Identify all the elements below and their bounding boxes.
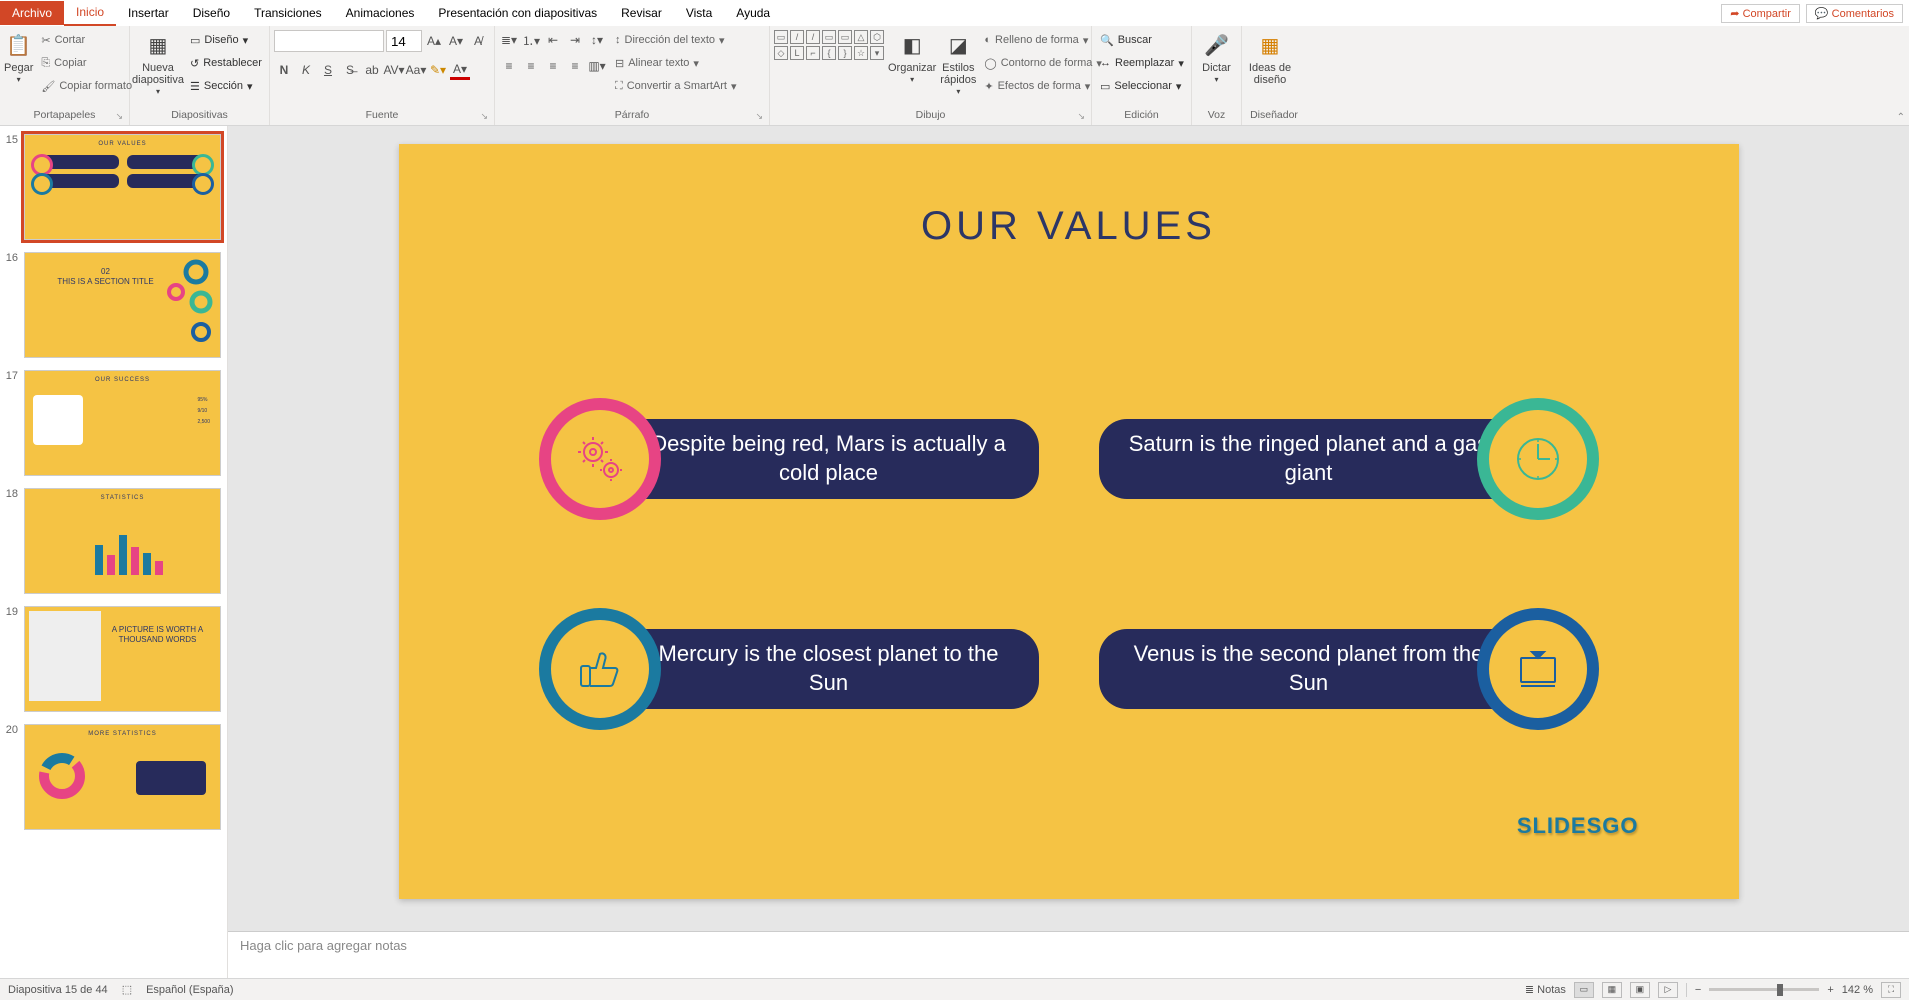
- clock-icon: [1513, 434, 1563, 484]
- thumb-17[interactable]: OUR SUCCESS 95%9/102,500: [24, 370, 221, 476]
- value-card-3: Mercury is the closest planet to the Sun: [539, 614, 1039, 724]
- columns-icon[interactable]: ▥▾: [587, 56, 607, 76]
- font-name-input[interactable]: [274, 30, 384, 52]
- indent-icon[interactable]: ⇥: [565, 30, 585, 50]
- align-right-icon[interactable]: ≡: [543, 56, 563, 76]
- slideshow-view-icon[interactable]: ▷: [1658, 982, 1678, 998]
- language-status[interactable]: Español (España): [146, 984, 233, 996]
- slide-counter: Diapositiva 15 de 44: [8, 984, 108, 996]
- value-card-2: Saturn is the ringed planet and a gas gi…: [1099, 404, 1599, 514]
- grow-font-icon[interactable]: A▴: [424, 31, 444, 51]
- spell-check-icon[interactable]: ⬚: [122, 983, 132, 996]
- thumb-16[interactable]: 02THIS IS A SECTION TITLE: [24, 252, 221, 358]
- font-size-input[interactable]: [386, 30, 422, 52]
- gears-icon: [575, 434, 625, 484]
- text-direction-button[interactable]: ↕ Dirección del texto ▾: [611, 30, 740, 50]
- ribbon: 📋Pegar▾ ✂ Cortar ⎘ Copiar 🖌 Copiar forma…: [0, 26, 1909, 126]
- clear-format-icon[interactable]: A̸: [468, 31, 488, 51]
- shadow-icon[interactable]: ab: [362, 60, 382, 80]
- board-icon: [1513, 644, 1563, 694]
- reading-view-icon[interactable]: ▣: [1630, 982, 1650, 998]
- bullets-icon[interactable]: ≣▾: [499, 30, 519, 50]
- outdent-icon[interactable]: ⇤: [543, 30, 563, 50]
- slide-canvas[interactable]: OUR VALUES Despite being red, Mars is ac…: [399, 144, 1739, 899]
- tab-review[interactable]: Revisar: [609, 1, 674, 25]
- select-button[interactable]: ▭ Seleccionar ▾: [1096, 76, 1188, 96]
- tab-design[interactable]: Diseño: [181, 1, 242, 25]
- line-spacing-icon[interactable]: ↕▾: [587, 30, 607, 50]
- layout-button[interactable]: ▭ Diseño ▾: [186, 30, 266, 50]
- shape-fill-button[interactable]: ◐ Relleno de forma ▾: [980, 30, 1106, 50]
- tab-help[interactable]: Ayuda: [724, 1, 782, 25]
- cut-button[interactable]: ✂ Cortar: [37, 30, 136, 50]
- para-launcher-icon[interactable]: ↘: [755, 111, 763, 122]
- tab-transitions[interactable]: Transiciones: [242, 1, 334, 25]
- underline-icon[interactable]: S: [318, 60, 338, 80]
- shape-outline-button[interactable]: ◯ Contorno de forma ▾: [980, 53, 1106, 73]
- quick-styles-button[interactable]: ◪Estilos rápidos▾: [940, 30, 976, 102]
- status-bar: Diapositiva 15 de 44 ⬚ Español (España) …: [0, 978, 1909, 1000]
- clipboard-launcher-icon[interactable]: ↘: [115, 111, 123, 122]
- notes-pane[interactable]: Haga clic para agregar notas: [228, 931, 1909, 978]
- value-card-4: Venus is the second planet from the Sun: [1099, 614, 1599, 724]
- thumb-20[interactable]: MORE STATISTICS: [24, 724, 221, 830]
- shrink-font-icon[interactable]: A▾: [446, 31, 466, 51]
- tab-animations[interactable]: Animaciones: [334, 1, 427, 25]
- copy-button[interactable]: ⎘ Copiar: [37, 53, 136, 73]
- zoom-out-icon[interactable]: −: [1695, 984, 1701, 996]
- share-button[interactable]: ➦ Compartir: [1721, 4, 1800, 23]
- zoom-label[interactable]: 142 %: [1842, 984, 1873, 996]
- ribbon-tabs: Archivo Inicio Insertar Diseño Transicio…: [0, 0, 1909, 26]
- thumbs-up-icon: [575, 644, 625, 694]
- smartart-button[interactable]: ⛶ Convertir a SmartArt ▾: [611, 76, 740, 96]
- case-icon[interactable]: Aa▾: [406, 60, 426, 80]
- slide-title: OUR VALUES: [399, 144, 1739, 249]
- sorter-view-icon[interactable]: ▦: [1602, 982, 1622, 998]
- font-color-icon[interactable]: A▾: [450, 60, 470, 80]
- thumb-19[interactable]: A PICTURE IS WORTH A THOUSAND WORDS: [24, 606, 221, 712]
- bold-icon[interactable]: N: [274, 60, 294, 80]
- replace-button[interactable]: ↔ Reemplazar ▾: [1096, 53, 1188, 73]
- thumb-15[interactable]: OUR VALUES: [24, 134, 221, 240]
- tab-file[interactable]: Archivo: [0, 1, 64, 25]
- fit-window-icon[interactable]: ⛶: [1881, 982, 1901, 998]
- find-button[interactable]: 🔍 Buscar: [1096, 30, 1188, 50]
- numbers-icon[interactable]: ⒈▾: [521, 30, 541, 50]
- brand-logo: SLIDESGO: [1517, 813, 1639, 839]
- spacing-icon[interactable]: AV▾: [384, 60, 404, 80]
- reset-button[interactable]: ↺ Restablecer: [186, 53, 266, 73]
- paste-button[interactable]: 📋Pegar▾: [4, 30, 33, 102]
- zoom-in-icon[interactable]: +: [1827, 984, 1833, 996]
- draw-launcher-icon[interactable]: ↘: [1077, 111, 1085, 122]
- highlight-icon[interactable]: ✎▾: [428, 60, 448, 80]
- collapse-ribbon-icon[interactable]: ⌃: [1897, 112, 1905, 123]
- tab-home[interactable]: Inicio: [64, 0, 116, 26]
- value-card-1: Despite being red, Mars is actually a co…: [539, 404, 1039, 514]
- section-button[interactable]: ☰ Sección ▾: [186, 76, 266, 96]
- align-text-button[interactable]: ⊟ Alinear texto ▾: [611, 53, 740, 73]
- shapes-gallery[interactable]: ▭//▭▭△⬡ ◇L⌐{}☆▾: [774, 30, 884, 60]
- thumbnail-panel: 15 OUR VALUES 16 02THIS IS A SECTION TIT…: [0, 126, 228, 978]
- align-left-icon[interactable]: ≡: [499, 56, 519, 76]
- format-painter-button[interactable]: 🖌 Copiar formato: [37, 76, 136, 96]
- comments-button[interactable]: 💬 Comentarios: [1806, 4, 1903, 23]
- strike-icon[interactable]: S̶: [340, 60, 360, 80]
- thumb-18[interactable]: STATISTICS: [24, 488, 221, 594]
- tab-view[interactable]: Vista: [674, 1, 724, 25]
- arrange-button[interactable]: ◧Organizar▾: [888, 30, 936, 102]
- new-slide-button[interactable]: ▦Nueva diapositiva▾: [134, 30, 182, 102]
- tab-slideshow[interactable]: Presentación con diapositivas: [426, 1, 609, 25]
- tab-insert[interactable]: Insertar: [116, 1, 181, 25]
- dictate-button[interactable]: 🎤Dictar▾: [1196, 30, 1237, 102]
- justify-icon[interactable]: ≡: [565, 56, 585, 76]
- zoom-slider[interactable]: [1709, 988, 1819, 991]
- normal-view-icon[interactable]: ▭: [1574, 982, 1594, 998]
- font-launcher-icon[interactable]: ↘: [480, 111, 488, 122]
- shape-effects-button[interactable]: ✦ Efectos de forma ▾: [980, 76, 1106, 96]
- notes-toggle[interactable]: ≣ Notas: [1525, 983, 1566, 996]
- italic-icon[interactable]: K: [296, 60, 316, 80]
- design-ideas-button[interactable]: ▦Ideas de diseño: [1246, 30, 1294, 102]
- align-center-icon[interactable]: ≡: [521, 56, 541, 76]
